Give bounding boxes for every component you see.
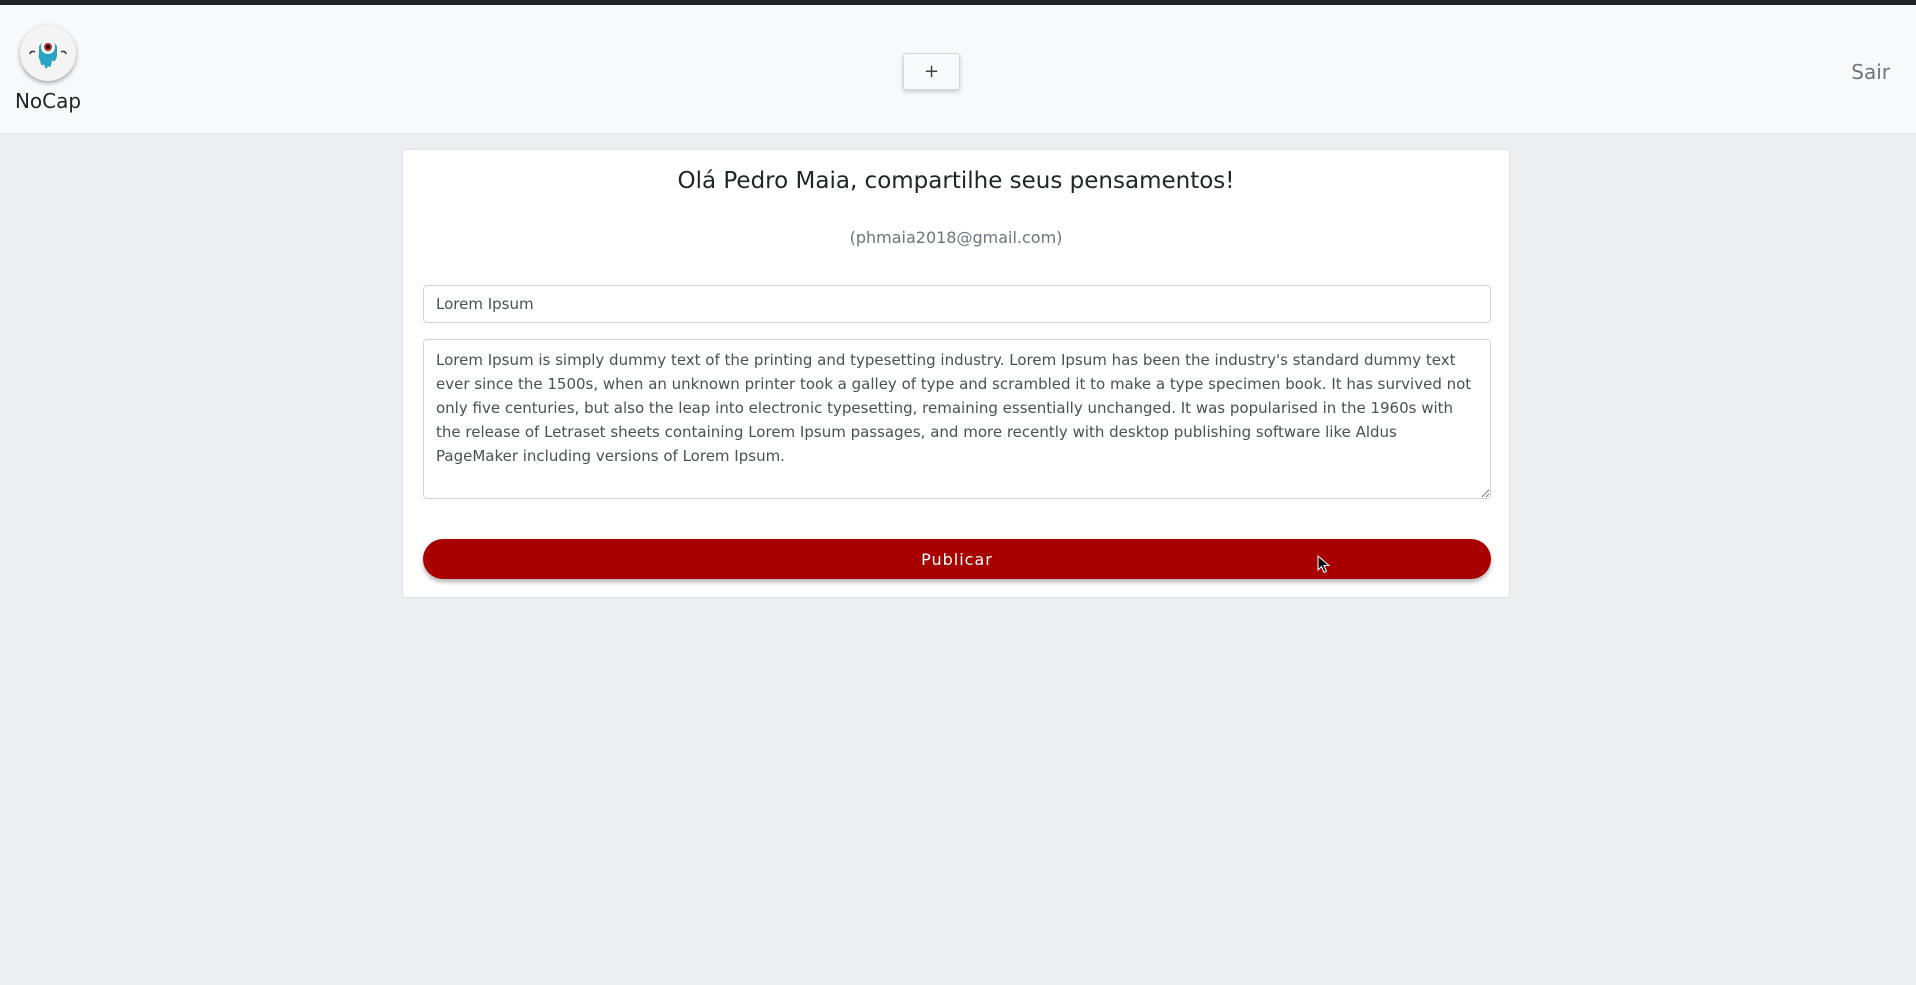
brand-name[interactable]: NoCap bbox=[10, 89, 86, 113]
post-content-textarea[interactable]: Lorem Ipsum is simply dummy text of the … bbox=[423, 339, 1491, 499]
greeting-title: Olá Pedro Maia, compartilhe seus pensame… bbox=[677, 168, 1235, 194]
logout-link[interactable]: Sair bbox=[1840, 60, 1890, 84]
user-email: (phmaia2018@gmail.com) bbox=[849, 228, 1063, 247]
brand[interactable]: NoCap bbox=[10, 25, 86, 113]
add-post-button[interactable]: + bbox=[903, 53, 960, 90]
nocap-logo-icon[interactable] bbox=[20, 25, 76, 81]
publish-button[interactable]: Publicar bbox=[423, 539, 1491, 579]
navbar: NoCap + Sair bbox=[0, 5, 1916, 133]
eyeball-mascot-icon bbox=[29, 40, 67, 69]
post-form-card: Olá Pedro Maia, compartilhe seus pensame… bbox=[402, 149, 1510, 598]
post-title-input[interactable] bbox=[423, 285, 1491, 323]
